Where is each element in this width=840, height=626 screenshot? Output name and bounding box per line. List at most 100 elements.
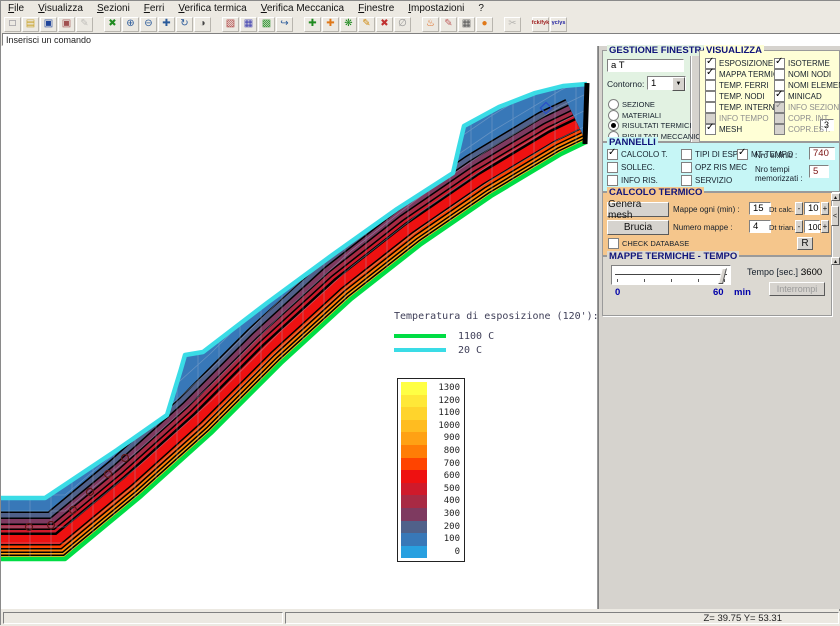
checkbox-info-tempo[interactable]: INFO TEMPO — [705, 113, 769, 124]
section-outline-button[interactable]: ▧ — [222, 17, 239, 32]
checkbox-mesh[interactable]: MESH — [705, 124, 742, 135]
menu-item-finestre[interactable]: Finestre — [351, 3, 401, 14]
menu-item-help[interactable]: ? — [471, 3, 491, 14]
radio-dot-risultati-termici[interactable] — [608, 120, 619, 131]
checkbox-nomi-elementi[interactable]: NOMI ELEMENTI — [774, 80, 840, 91]
time-slider[interactable] — [611, 265, 731, 285]
interrompi-button[interactable]: Interrompi — [769, 282, 825, 296]
node-add-button[interactable]: ✚ — [304, 17, 321, 32]
node-props-button[interactable]: ∅ — [394, 17, 411, 32]
thermal-table-button[interactable]: ▦ — [458, 17, 475, 32]
section-mesh-button[interactable]: ▦ — [240, 17, 257, 32]
checkbox-isoterme[interactable]: ISOTERME — [774, 58, 830, 69]
checkbox-mappa-termica[interactable]: MAPPA TERMICA — [705, 69, 784, 80]
checkbox-box-mappa-termica[interactable] — [705, 69, 716, 80]
menu-item-file[interactable]: File — [1, 3, 31, 14]
section-zones-button[interactable]: ▩ — [258, 17, 275, 32]
checkbox-temp-interne[interactable]: TEMP. INTERNE — [705, 102, 780, 113]
zoom-out-button[interactable]: ⊖ — [140, 17, 157, 32]
checkbox-box-mt-tempo[interactable] — [737, 149, 748, 160]
checkbox-box-copr-int[interactable] — [774, 113, 785, 124]
checkbox-box-opz-ris-mec[interactable] — [681, 162, 692, 173]
r-button[interactable]: R — [797, 237, 813, 250]
shade-view-button[interactable]: ◑ — [194, 17, 211, 32]
save-report-button[interactable]: ▣ — [58, 17, 75, 32]
section-export-button[interactable]: ↪ — [276, 17, 293, 32]
checkbox-calcolo-t[interactable]: CALCOLO T. — [607, 149, 668, 160]
fire-load-button[interactable]: ● — [476, 17, 493, 32]
checkbox-box-tipi-di-esp[interactable] — [681, 149, 692, 160]
checkbox-esposizione[interactable]: ESPOSIZIONE — [705, 58, 773, 69]
new-file-button[interactable]: □ — [4, 17, 21, 32]
check-database-box[interactable] — [608, 238, 619, 249]
checkbox-box-copr-est[interactable] — [774, 124, 785, 135]
checkbox-copr-est[interactable]: COPR.EST. — [774, 124, 830, 135]
concrete-strength-button[interactable]: fck/fyk — [532, 17, 549, 32]
checkbox-box-nomi-nodi[interactable] — [774, 69, 785, 80]
checkbox-opz-ris-mec[interactable]: OPZ RIS MEC — [681, 162, 747, 173]
dt-calc-plus-button[interactable]: + — [821, 202, 829, 215]
refresh-view-button[interactable]: ↻ — [176, 17, 193, 32]
checkbox-copr-int[interactable]: COPR. INT. — [774, 113, 830, 124]
calcolo-collapse-button[interactable]: ▴ — [831, 193, 840, 201]
nro-tempi-field[interactable]: 5 — [809, 165, 829, 178]
menu-item-impostazioni[interactable]: Impostazioni — [401, 3, 471, 14]
checkbox-box-servizio[interactable] — [681, 175, 692, 186]
dt-calc-field[interactable]: 10 — [804, 202, 820, 215]
radio-risultati-termici[interactable]: RISULTATI TERMICI — [608, 120, 691, 131]
checkbox-box-info-ris[interactable] — [607, 175, 618, 186]
checkbox-tipi-di-esp[interactable]: TIPI DI ESP. — [681, 149, 739, 160]
menu-item-visualizza[interactable]: Visualizza — [31, 3, 90, 14]
menu-item-ferri[interactable]: Ferri — [137, 3, 172, 14]
dt-calc-minus-button[interactable]: - — [795, 202, 803, 215]
save-button[interactable]: ▣ — [40, 17, 57, 32]
checkbox-box-temp-nodi[interactable] — [705, 91, 716, 102]
check-database-checkbox[interactable]: CHECK DATABASE — [608, 238, 689, 249]
safety-factors-button[interactable]: γc/γs — [550, 17, 567, 32]
drawing-area[interactable]: Temperatura di esposizione (120'): 1100 … — [1, 46, 598, 609]
open-folder-button[interactable]: ▤ — [22, 17, 39, 32]
checkbox-info-sezione[interactable]: INFO SEZIONE — [774, 102, 840, 113]
node-delete-button[interactable]: ✖ — [376, 17, 393, 32]
radio-dot-materiali[interactable] — [608, 110, 619, 121]
edit-sheet-button[interactable]: ✎ — [76, 17, 93, 32]
cut-section-button[interactable]: ✂ — [504, 17, 521, 32]
menu-item-verifica-meccanica[interactable]: Verifica Meccanica — [254, 3, 351, 14]
checkbox-box-isoterme[interactable] — [774, 58, 785, 69]
brucia-button[interactable]: Brucia — [607, 220, 669, 235]
genera-mesh-button[interactable]: Genera mesh — [607, 202, 669, 217]
checkbox-box-calcolo-t[interactable] — [607, 149, 618, 160]
zoom-in-button[interactable]: ⊕ — [122, 17, 139, 32]
numero-mappe-field[interactable]: 4 — [749, 220, 771, 233]
checkbox-temp-ferri[interactable]: TEMP. FERRI — [705, 80, 769, 91]
checkbox-info-ris[interactable]: INFO RIS. — [607, 175, 658, 186]
checkbox-box-mesh[interactable] — [705, 124, 716, 135]
checkbox-box-temp-ferri[interactable] — [705, 80, 716, 91]
node-pattern-button[interactable]: ✚ — [322, 17, 339, 32]
dt-trian-minus-button[interactable]: - — [795, 220, 803, 233]
slider-handle[interactable] — [718, 268, 727, 284]
dt-trian-field[interactable]: 100 — [804, 220, 820, 233]
checkbox-box-sollec[interactable] — [607, 162, 618, 173]
checkbox-box-info-sezione[interactable] — [774, 102, 785, 113]
calcolo-side-button[interactable]: < — [831, 206, 839, 226]
radio-dot-sezione[interactable] — [608, 99, 619, 110]
nro-el-finiti-field[interactable]: 740 — [809, 147, 835, 160]
menu-item-sezioni[interactable]: Sezioni — [90, 3, 137, 14]
pan-button[interactable]: ✚ — [158, 17, 175, 32]
thermal-fire-button[interactable]: ♨ — [422, 17, 439, 32]
thermal-check-button[interactable]: ✎ — [440, 17, 457, 32]
mappe-collapse-button[interactable]: ▴ — [831, 257, 840, 265]
checkbox-box-temp-interne[interactable] — [705, 102, 716, 113]
node-mesh-button[interactable]: ❋ — [340, 17, 357, 32]
radio-sezione[interactable]: SEZIONE — [608, 99, 655, 110]
menu-item-verifica-termica[interactable]: Verifica termica — [171, 3, 253, 14]
node-edit-button[interactable]: ✎ — [358, 17, 375, 32]
radio-materiali[interactable]: MATERIALI — [608, 110, 661, 121]
checkbox-mt-tempo[interactable]: MT-TEMPO — [737, 149, 793, 160]
delete-elements-button[interactable]: ✖ — [104, 17, 121, 32]
checkbox-temp-nodi[interactable]: TEMP. NODI — [705, 91, 765, 102]
dt-trian-plus-button[interactable]: + — [821, 220, 829, 233]
checkbox-sollec[interactable]: SOLLEC. — [607, 162, 655, 173]
mappe-ogni-field[interactable]: 15 — [749, 202, 771, 215]
